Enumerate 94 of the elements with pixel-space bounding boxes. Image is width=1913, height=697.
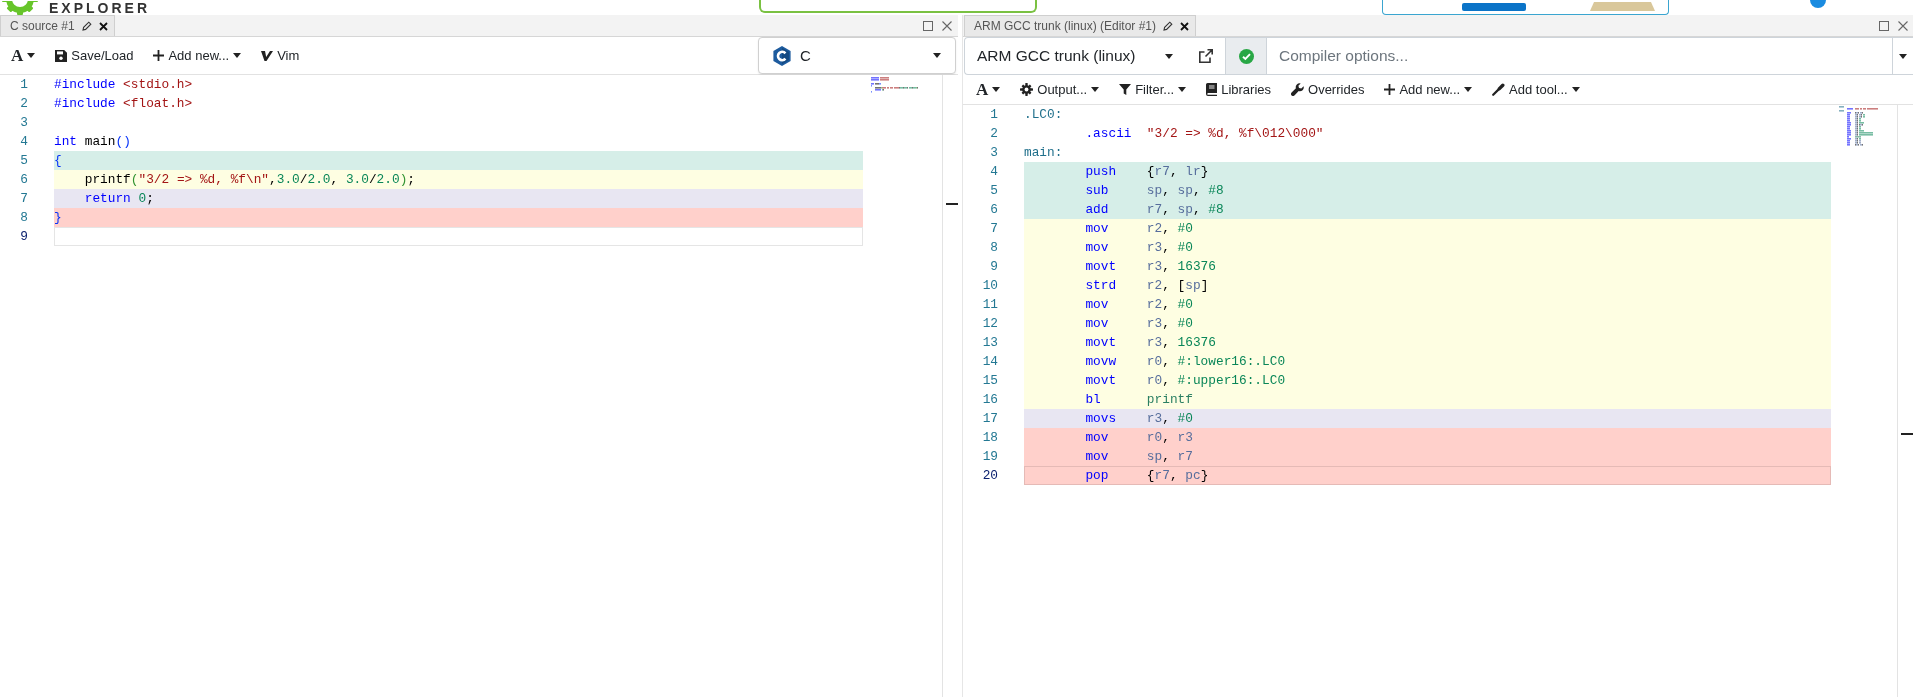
book-icon [1206, 83, 1218, 96]
code-line: mov r3, #0 [1085, 316, 1193, 331]
code-line: #include <float.h> [54, 96, 193, 111]
line-number: 3 [20, 115, 28, 130]
plus-icon [1384, 84, 1396, 95]
code-line: mov r0, r3 [1085, 430, 1193, 445]
line-number: 17 [982, 411, 998, 426]
line-number: 12 [982, 316, 998, 331]
code-line: movt r0, #:upper16:.LC0 [1085, 373, 1286, 388]
line-number: 13 [982, 335, 998, 350]
line-number: 4 [20, 134, 28, 149]
line-number: 9 [20, 229, 28, 244]
wrench-icon [1291, 83, 1305, 96]
caret-icon [1899, 53, 1907, 59]
minimap-drawing [1839, 106, 1878, 146]
line-number: 8 [990, 240, 998, 255]
code-line: movs r3, #0 [1085, 411, 1193, 426]
pencil-icon[interactable] [81, 21, 92, 31]
overrides-button[interactable]: Overrides [1289, 79, 1367, 100]
line-number: 1 [990, 107, 998, 122]
line-number: 20 [982, 468, 998, 483]
cursor-marker-icon [946, 203, 958, 205]
font-size-button[interactable]: A [9, 44, 38, 67]
cursor-marker-icon [1901, 433, 1913, 435]
pencil-icon[interactable] [1163, 21, 1174, 31]
code-line: { [54, 153, 62, 168]
line-number: 10 [982, 278, 998, 293]
options-dropdown-button[interactable] [1893, 37, 1913, 75]
code-line: #include <stdio.h> [54, 77, 193, 92]
caret-icon [933, 53, 941, 58]
close-icon[interactable] [98, 21, 108, 31]
gear-icon [1020, 83, 1034, 96]
code-line: movt r3, 16376 [1085, 335, 1216, 350]
add-new-button[interactable]: Add new... [1382, 79, 1475, 100]
code-line: main: [1024, 145, 1063, 160]
code-line: movt r3, 16376 [1085, 259, 1216, 274]
line-number: 19 [982, 449, 998, 464]
font-size-button[interactable]: A [974, 78, 1003, 101]
close-icon[interactable] [1180, 21, 1190, 31]
minimap-drawing [871, 77, 918, 95]
compiler-options-field[interactable]: Compiler options... [1267, 37, 1893, 75]
line-number: 1 [20, 77, 28, 92]
add-new-button[interactable]: Add new... [151, 45, 244, 66]
code-line: add r7, sp, #8 [1085, 202, 1224, 217]
line-number: 7 [990, 221, 998, 236]
line-number: 4 [990, 164, 998, 179]
code-line: mov sp, r7 [1085, 449, 1193, 464]
code-line: } [54, 210, 62, 225]
line-number: 18 [982, 430, 998, 445]
code-line: strd r2, [sp] [1085, 278, 1209, 293]
line-number: 15 [982, 373, 998, 388]
code-line: int main() [54, 134, 131, 149]
line-number: 14 [982, 354, 998, 369]
logo-text: EXPLORER [49, 1, 150, 15]
code-line: return 0; [84, 191, 154, 206]
code-line: sub sp, sp, #8 [1085, 183, 1224, 198]
line-number: 8 [20, 210, 28, 225]
vim-button[interactable]: Vim [259, 45, 302, 66]
code-line: mov r2, #0 [1085, 221, 1193, 236]
funnel-icon [1119, 84, 1132, 95]
c-language-logo-icon [773, 45, 791, 66]
code-line: movw r0, #:lower16:.LC0 [1085, 354, 1286, 369]
language-select[interactable]: C [758, 37, 956, 74]
code-line: mov r3, #0 [1085, 240, 1193, 255]
line-number: 5 [20, 153, 28, 168]
editor-tab[interactable]: C source #1 [0, 15, 115, 36]
add-tool-button[interactable]: Add tool... [1490, 79, 1582, 100]
maximize-icon[interactable] [923, 20, 933, 31]
code-line: .ascii "3/2 => %d, %f\012\000" [1085, 126, 1324, 141]
code-line: push {r7, lr} [1085, 164, 1209, 179]
line-number: 11 [982, 297, 998, 312]
line-number: 7 [20, 191, 28, 206]
code-line: bl printf [1085, 392, 1193, 407]
vim-logo-icon [261, 50, 274, 61]
line-number: 2 [990, 126, 998, 141]
line-number: 6 [20, 172, 28, 187]
filter-button[interactable]: Filter... [1117, 79, 1189, 100]
line-number: 9 [990, 259, 998, 274]
plus-icon [153, 50, 165, 61]
code-line: printf("3/2 => %d, %f\n",3.0/2.0, 3.0/2.0); [84, 172, 416, 187]
code-line: .LC0: [1024, 107, 1063, 122]
line-number: 5 [990, 183, 998, 198]
line-number: 6 [990, 202, 998, 217]
output-button[interactable]: Output... [1018, 79, 1102, 100]
screwdriver-icon [1492, 83, 1506, 96]
save-load-button[interactable]: Save/Load [53, 45, 136, 66]
line-number: 3 [990, 145, 998, 160]
code-line: mov r2, #0 [1085, 297, 1193, 312]
line-number: 2 [20, 96, 28, 111]
libraries-button[interactable]: Libraries [1204, 79, 1274, 100]
maximize-icon[interactable] [1879, 20, 1889, 31]
line-number: 16 [982, 392, 998, 407]
editor-tab[interactable]: ARM GCC trunk (linux) (Editor #1) [964, 15, 1197, 36]
code-line: pop {r7, pc} [1085, 468, 1209, 483]
